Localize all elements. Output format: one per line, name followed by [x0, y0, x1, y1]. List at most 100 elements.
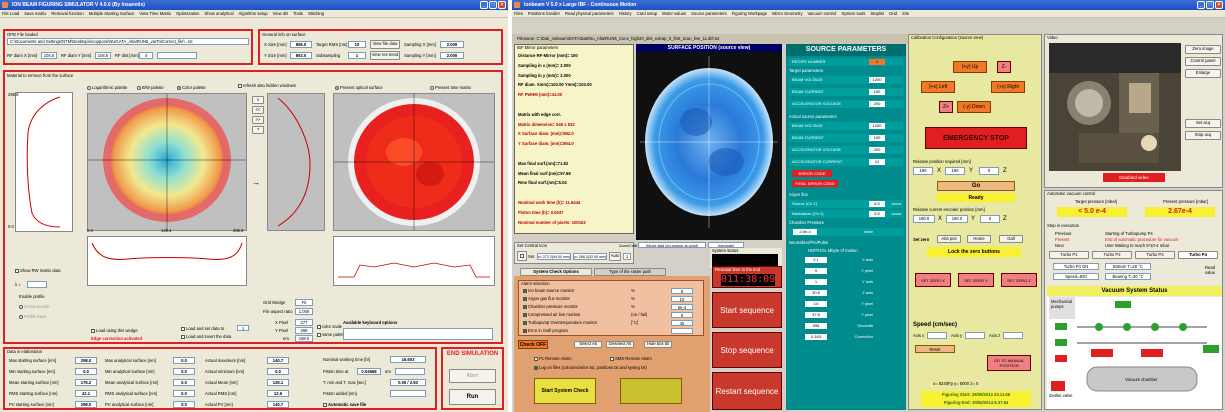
rel-z-field[interactable]: 0	[979, 167, 999, 175]
color-palette-option[interactable]: Color palette	[177, 85, 206, 90]
sampling-x-field[interactable]: 2.000	[440, 41, 464, 48]
hide-box-button[interactable]: Hide box lbl	[644, 341, 672, 348]
alarm-checkbox[interactable]: Chamber pressure monitor	[523, 304, 578, 309]
alarm-checkbox[interactable]: Error in Galil program	[523, 328, 568, 333]
z-plus-button[interactable]: Z+	[939, 101, 953, 113]
select-all-button[interactable]: Select All	[574, 341, 602, 348]
menu-item[interactable]: Show analytical	[204, 11, 233, 16]
menu-item[interactable]: Tools	[293, 11, 303, 16]
close-icon[interactable]: ×	[1215, 1, 1223, 9]
y-down-button[interactable]: (-y) Down	[957, 101, 991, 113]
aspect-ratio-field[interactable]: 1.000	[295, 308, 313, 315]
material-map[interactable]	[87, 93, 247, 231]
menu-item[interactable]: Stoplist	[870, 11, 884, 16]
tmin-tmax-field[interactable]: 0.00 / 2.93	[390, 379, 426, 386]
abs-pos-button[interactable]: Abs pos	[937, 235, 961, 243]
x-pixel-field[interactable]: 277	[295, 319, 313, 326]
turbo-tab[interactable]: Turbo P4	[1178, 251, 1218, 259]
nm-field[interactable]: 168.0	[295, 335, 313, 342]
video-button[interactable]: Zero image	[1185, 45, 1221, 54]
alarm-checkbox[interactable]: Turbopump Overtemperature monitor	[523, 320, 597, 325]
menu-item[interactable]: Vacuum control	[808, 11, 837, 16]
menu-item[interactable]: History	[619, 11, 632, 16]
color-scale-checkbox[interactable]: color scale	[317, 324, 342, 329]
alarm-threshold-field[interactable]: 5	[671, 288, 693, 294]
menu-item[interactable]: System tools	[841, 11, 865, 16]
target-param-value[interactable]: 150	[869, 89, 885, 95]
target-param-value[interactable]: 1200	[869, 77, 885, 83]
target-param-value[interactable]: 200	[869, 101, 885, 107]
same-palette-checkbox[interactable]: same palette	[317, 332, 346, 337]
surface-position-panel[interactable]: SURFACE POSITION (source view)	[636, 44, 782, 240]
x-right-button[interactable]: (+x) Right	[991, 81, 1025, 93]
video-button[interactable]: Stop acq	[1185, 131, 1221, 140]
goto-manual-position-button[interactable]: GO TO MANUAL POSITION	[987, 355, 1031, 371]
automatic-save-checkbox[interactable]: Automatic save file	[323, 402, 366, 407]
speed-z-field[interactable]	[1003, 332, 1023, 339]
rf-extra-field[interactable]	[157, 52, 197, 59]
profile-trace-option[interactable]: Profile trace	[19, 314, 46, 319]
optical-surface-map[interactable]	[333, 93, 495, 231]
alarm-threshold-field[interactable]: 0	[671, 312, 693, 318]
video-button[interactable]: Set acq	[1185, 119, 1221, 128]
sms-remote-alarm-checkbox[interactable]: SMS Remote Alarm	[610, 356, 652, 361]
menu-item[interactable]: Mirror Geometry	[772, 11, 802, 16]
minimize-icon[interactable]: _	[480, 1, 488, 9]
alarm-threshold-field[interactable]: 5e-4	[671, 304, 693, 310]
log-palette-option[interactable]: Logarithmic palette	[87, 85, 127, 90]
menu-item[interactable]: Optimization	[176, 11, 199, 16]
rf-diam-x-field[interactable]: 104.5	[41, 52, 57, 59]
show-rw-checkbox[interactable]: Show RW matrix data	[15, 268, 60, 273]
tab-system-check[interactable]: System Check Options	[520, 268, 592, 276]
run-button[interactable]: Run	[449, 389, 496, 405]
video-button[interactable]: Control panel	[1185, 57, 1221, 66]
start-system-check-button[interactable]: Start System Check	[534, 378, 596, 404]
piston-time-extra[interactable]	[395, 368, 425, 375]
maximize-icon[interactable]: □	[1206, 1, 1214, 9]
check-off-button[interactable]: Check OFF	[518, 340, 548, 349]
start-sequence-button[interactable]: Start sequence	[712, 292, 782, 328]
menu-item[interactable]: Removal function	[51, 11, 83, 16]
menu-item[interactable]: Save matrix	[24, 11, 46, 16]
emergency-stop-button[interactable]: EMERGENCY STOP	[925, 127, 1027, 149]
minimize-icon[interactable]: _	[1197, 1, 1205, 9]
file-path-field[interactable]: C:\Documents and Settings\NTM\Desktop\in…	[7, 38, 249, 45]
alarm-checkbox[interactable]: Argon gas flux monitor	[523, 296, 570, 301]
turbo-tab[interactable]: Turbo P2	[1092, 251, 1132, 259]
load-invert-checkbox[interactable]: Load and invert the data	[181, 334, 231, 339]
rf-diam-y-field[interactable]: 104.5	[95, 52, 111, 59]
menu-item[interactable]: View 3D	[273, 11, 289, 16]
deselect-all-button[interactable]: Deselect All	[606, 341, 634, 348]
menu-item[interactable]: View Time Matrix	[139, 11, 171, 16]
log-files-checkbox[interactable]: Log on files (columns/mins txt, position…	[534, 365, 647, 370]
present-optical-option[interactable]: Present optical surface	[335, 85, 383, 90]
view-res-trend-button[interactable]: View res trend	[370, 51, 400, 60]
set-zero-y-button[interactable]: SET ZERO Y	[958, 273, 994, 287]
ysize-field[interactable]: 862.0	[290, 52, 312, 59]
xsize-field[interactable]: 856.0	[290, 41, 312, 48]
set-zero-x-button[interactable]: SET ZERO X	[915, 273, 951, 287]
menu-item[interactable]: Figuring Workpage	[732, 11, 767, 16]
alarm-threshold-field[interactable]	[671, 328, 693, 334]
sampling-y-field[interactable]: 2.000	[440, 52, 464, 59]
target-rms-field[interactable]: 10	[348, 41, 366, 48]
restart-sequence-button[interactable]: Restart sequence	[712, 372, 782, 410]
turbo-tab[interactable]: Turbo P1	[1049, 251, 1089, 259]
home-button[interactable]: Home	[967, 235, 991, 243]
tab-raster-path[interactable]: Type of the raster path	[594, 268, 666, 276]
y-pixel-field[interactable]: 269	[295, 327, 313, 334]
menu-item[interactable]: Motor values	[662, 11, 686, 16]
menu-item[interactable]: Read physical parameters	[565, 11, 614, 16]
turbo-tab[interactable]: Turbo P3	[1135, 251, 1175, 259]
lambda-field[interactable]	[27, 281, 47, 288]
abort-button[interactable]: Abort	[449, 369, 496, 383]
alarm-threshold-field[interactable]: 45	[671, 320, 693, 326]
central-y-field[interactable]: y= 266.3(32.00 mm)	[573, 253, 607, 260]
recipe-field[interactable]: 1	[869, 59, 885, 65]
side-button-1[interactable]: v	[252, 96, 264, 104]
menu-item[interactable]: Files	[514, 11, 523, 16]
z-minus-button[interactable]: Z-	[997, 61, 1011, 73]
stop-sequence-button[interactable]: Stop sequence	[712, 332, 782, 368]
present-time-option[interactable]: Present time matrix	[430, 85, 471, 90]
zoom-field[interactable]: 1	[623, 253, 631, 260]
